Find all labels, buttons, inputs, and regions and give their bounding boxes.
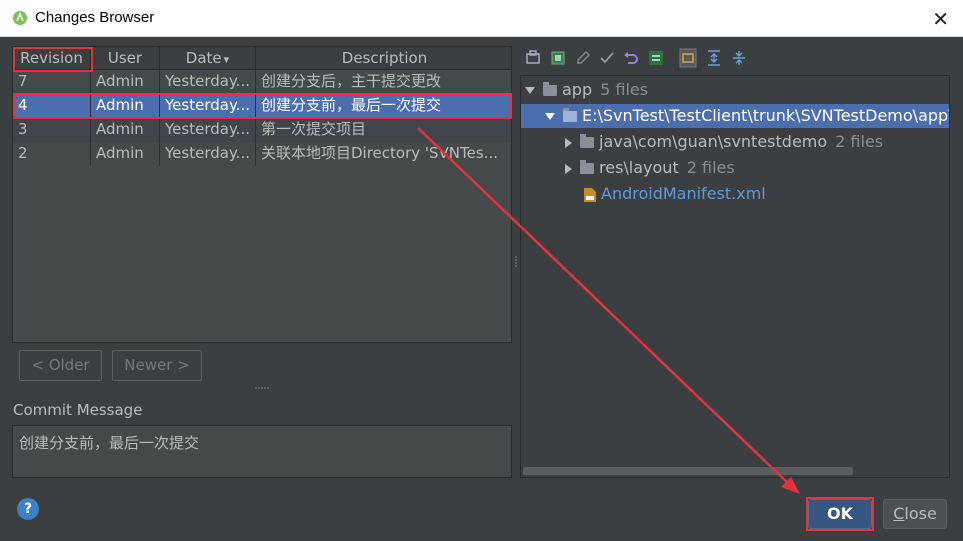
- help-icon[interactable]: ?: [17, 498, 39, 520]
- chevron-down-icon[interactable]: [525, 87, 535, 94]
- table-header: Revision User Date ▾ Description: [13, 47, 511, 70]
- check-icon[interactable]: [598, 48, 616, 68]
- sort-desc-icon: ▾: [223, 53, 230, 66]
- tree-node-path[interactable]: E:\SvnTest\TestClient\trunk\SVNTestDemo\…: [521, 104, 949, 128]
- group-icon[interactable]: [524, 48, 542, 68]
- cell-revision: 4: [13, 94, 91, 118]
- cell-description: 创建分支后，主干提交更改: [256, 70, 511, 94]
- revisions-table: Revision User Date ▾ Description 7 Admin …: [12, 46, 512, 343]
- table-row-selected[interactable]: 4 Admin Yesterday... 创建分支前，最后一次提交: [13, 94, 511, 118]
- chevron-right-icon[interactable]: [565, 163, 572, 174]
- tree-node-app[interactable]: app 5 files: [525, 78, 648, 102]
- column-header-date[interactable]: Date ▾: [160, 47, 256, 70]
- chevron-down-icon[interactable]: [545, 113, 555, 120]
- tree-node-label: E:\SvnTest\TestClient\trunk\SVNTestDemo\…: [582, 106, 950, 125]
- commit-message-label: Commit Message: [13, 401, 143, 419]
- chevron-right-icon[interactable]: [565, 137, 572, 148]
- cell-date: Yesterday...: [160, 70, 256, 94]
- file-count: 5 files: [600, 80, 649, 99]
- tree-node-label: app: [562, 80, 593, 99]
- cell-description: 创建分支前，最后一次提交: [256, 94, 511, 118]
- folder-icon: [580, 134, 594, 148]
- horizontal-scrollbar[interactable]: [523, 467, 853, 475]
- grouping-icon[interactable]: [679, 48, 697, 68]
- edit-icon[interactable]: [574, 48, 592, 68]
- cell-description: 第一次提交项目: [256, 118, 511, 142]
- cell-date: Yesterday...: [160, 94, 256, 118]
- ok-button[interactable]: OK: [808, 499, 872, 529]
- title-bar: Changes Browser ✕: [0, 0, 963, 37]
- cell-date: Yesterday...: [160, 142, 256, 166]
- tree-node-java[interactable]: java\com\guan\svntestdemo 2 files: [565, 130, 883, 154]
- table-row[interactable]: 7 Admin Yesterday... 创建分支后，主干提交更改: [13, 70, 511, 94]
- xml-file-icon: [584, 187, 596, 202]
- cell-revision: 3: [13, 118, 91, 142]
- changes-tree: app 5 files E:\SvnTest\TestClient\trunk\S…: [520, 75, 950, 478]
- cell-user: Admin: [91, 70, 160, 94]
- module-folder-icon: [543, 82, 557, 96]
- column-header-revision[interactable]: Revision: [13, 47, 91, 70]
- android-studio-icon: [13, 11, 27, 25]
- undo-icon[interactable]: [622, 48, 640, 68]
- cell-user: Admin: [91, 118, 160, 142]
- cell-user: Admin: [91, 94, 160, 118]
- cell-revision: 7: [13, 70, 91, 94]
- cell-revision: 2: [13, 142, 91, 166]
- tree-node-label: res\layout: [599, 158, 679, 177]
- diff-icon[interactable]: [647, 48, 665, 68]
- older-button[interactable]: < Older: [19, 350, 102, 381]
- close-window-icon[interactable]: ✕: [932, 7, 949, 31]
- column-header-description[interactable]: Description: [256, 47, 511, 70]
- tree-node-label: java\com\guan\svntestdemo: [599, 132, 828, 151]
- revert-icon[interactable]: [549, 48, 567, 68]
- commit-message-text[interactable]: 创建分支前，最后一次提交: [12, 425, 512, 478]
- table-row[interactable]: 2 Admin Yesterday... 关联本地项目Directory 'SV…: [13, 142, 511, 166]
- close-button[interactable]: Close: [883, 499, 947, 529]
- file-count: 2 files: [686, 158, 735, 177]
- cell-user: Admin: [91, 142, 160, 166]
- file-count: 2 files: [835, 132, 884, 151]
- cell-description: 关联本地项目Directory 'SVNTes...: [256, 142, 511, 166]
- window-title: Changes Browser: [35, 9, 155, 26]
- close-mnemonic: C: [893, 504, 905, 523]
- tree-node-manifest[interactable]: AndroidManifest.xml: [583, 182, 766, 206]
- table-row[interactable]: 3 Admin Yesterday... 第一次提交项目: [13, 118, 511, 142]
- tree-node-res-layout[interactable]: res\layout 2 files: [565, 156, 735, 180]
- folder-icon: [580, 160, 594, 174]
- expand-all-icon[interactable]: [705, 48, 723, 68]
- collapse-all-icon[interactable]: [730, 48, 748, 68]
- newer-button[interactable]: Newer >: [112, 350, 202, 381]
- resize-grip-icon[interactable]: [255, 386, 269, 390]
- column-header-user[interactable]: User: [91, 47, 160, 70]
- folder-icon: [563, 108, 577, 122]
- splitter-handle-icon[interactable]: [514, 255, 518, 269]
- close-label-rest: lose: [904, 504, 937, 523]
- tree-node-label: AndroidManifest.xml: [601, 184, 766, 203]
- date-header-label: Date: [185, 49, 222, 67]
- cell-date: Yesterday...: [160, 118, 256, 142]
